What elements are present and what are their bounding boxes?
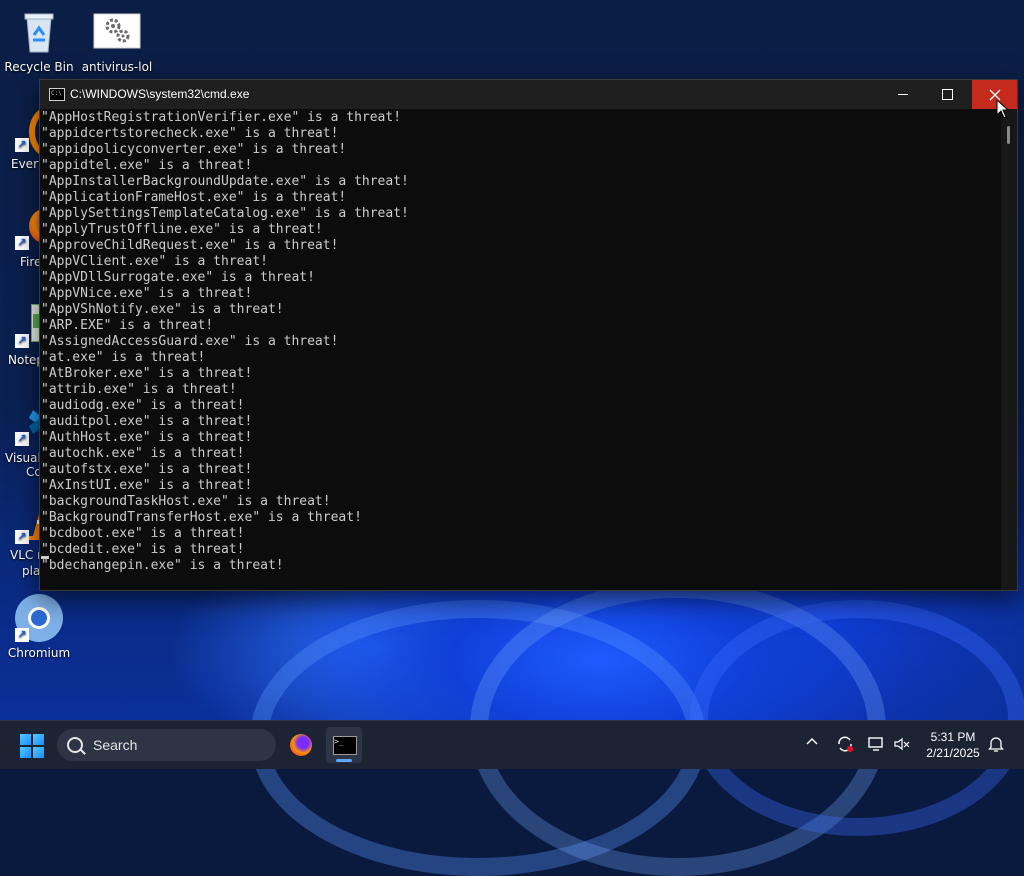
console-line: "bcdboot.exe" is a threat! — [41, 526, 245, 541]
desktop-icon-label: Chromium — [7, 646, 71, 660]
show-hidden-icons-button[interactable] — [802, 735, 822, 755]
console-line: "appidtel.exe" is a threat! — [41, 158, 253, 173]
desktop-icon-label: VLC r — [10, 548, 43, 562]
window-title: C:\WINDOWS\system32\cmd.exe — [70, 87, 250, 101]
active-app-indicator — [336, 759, 352, 762]
shortcut-arrow-icon: ↗ — [15, 138, 29, 152]
text-cursor — [41, 556, 49, 559]
cmd-window[interactable]: C:\WINDOWS\system32\cmd.exe "AppHostRegi… — [39, 79, 1018, 591]
console-line: "attrib.exe" is a threat! — [41, 382, 237, 397]
settings-file-icon — [93, 8, 141, 56]
console-line: "appidcertstorecheck.exe" is a threat! — [41, 126, 339, 141]
console-line: "AppVShNotify.exe" is a threat! — [41, 302, 284, 317]
shortcut-arrow-icon: ↗ — [15, 432, 29, 446]
sync-status-button[interactable] — [835, 735, 855, 755]
shortcut-arrow-icon: ↗ — [15, 530, 29, 544]
vertical-scrollbar[interactable] — [1001, 109, 1017, 590]
console-line: "AssignedAccessGuard.exe" is a threat! — [41, 334, 339, 349]
desktop-icon-label: pla — [22, 564, 41, 578]
taskbar-clock[interactable]: 5:31 PM 2/21/2025 — [918, 729, 988, 761]
console-line: "bdechangepin.exe" is a threat! — [41, 558, 284, 573]
sync-icon — [838, 736, 853, 752]
shortcut-arrow-icon: ↗ — [15, 628, 29, 642]
maximize-button[interactable] — [925, 80, 970, 109]
network-icon — [868, 737, 883, 751]
search-label: Search — [93, 737, 138, 753]
console-line: "backgroundTaskHost.exe" is a threat! — [41, 494, 331, 509]
windows-logo-icon — [33, 747, 44, 758]
console-line: "audiodg.exe" is a threat! — [41, 398, 245, 413]
console-line: "AtBroker.exe" is a threat! — [41, 366, 253, 381]
desktop-icon-label: Recycle Bin — [4, 60, 74, 74]
close-button[interactable] — [972, 80, 1017, 109]
mouse-pointer-icon — [996, 99, 1010, 119]
volume-button[interactable] — [892, 735, 912, 755]
console-line: "AuthHost.exe" is a threat! — [41, 430, 253, 445]
console-line: "ApplyTrustOffline.exe" is a threat! — [41, 222, 323, 237]
console-line: "AppInstallerBackgroundUpdate.exe" is a … — [41, 174, 409, 189]
console-line: "AppVDllSurrogate.exe" is a threat! — [41, 270, 315, 285]
chevron-up-icon — [806, 737, 818, 745]
taskbar-firefox[interactable] — [283, 727, 319, 763]
bell-icon — [988, 737, 1004, 752]
window-titlebar[interactable]: C:\WINDOWS\system32\cmd.exe — [40, 80, 1017, 109]
wallpaper-swirl — [690, 600, 1024, 836]
desktop-icon-recycle-bin[interactable]: Recycle Bin — [0, 8, 78, 74]
network-button[interactable] — [866, 735, 886, 755]
search-icon — [67, 737, 83, 753]
console-line: "AxInstUI.exe" is a threat! — [41, 478, 253, 493]
recycle-bin-icon — [15, 8, 63, 56]
console-line: "autofstx.exe" is a threat! — [41, 462, 253, 477]
windows-logo-icon — [20, 747, 31, 758]
desktop-icon-label: antivirus-lol — [81, 60, 153, 74]
minimize-icon — [897, 94, 908, 95]
scrollbar-thumb[interactable] — [1007, 126, 1010, 144]
shortcut-arrow-icon: ↗ — [15, 334, 29, 348]
taskbar: Search >_ 5:31 PM 2/21/2025 — [0, 720, 1024, 769]
desktop-icon-antivirus-lol[interactable]: antivirus-lol — [78, 8, 156, 74]
desktop-icon-label: Visual — [5, 451, 41, 465]
console-line: "ARP.EXE" is a threat! — [41, 318, 214, 333]
console-line: "autochk.exe" is a threat! — [41, 446, 245, 461]
cmd-app-icon — [49, 88, 65, 101]
console-line: "ApplySettingsTemplateCatalog.exe" is a … — [41, 206, 409, 221]
console-line: "at.exe" is a threat! — [41, 350, 206, 365]
terminal-icon: >_ — [333, 736, 357, 755]
start-button[interactable] — [20, 734, 44, 758]
minimize-button[interactable] — [880, 80, 925, 109]
console-line: "AppHostRegistrationVerifier.exe" is a t… — [41, 110, 402, 125]
windows-logo-icon — [33, 734, 44, 745]
console-line: "AppVClient.exe" is a threat! — [41, 254, 268, 269]
console-line: "ApplicationFrameHost.exe" is a threat! — [41, 190, 347, 205]
console-line: "BackgroundTransferHost.exe" is a threat… — [41, 510, 362, 525]
console-line: "appidpolicyconverter.exe" is a threat! — [41, 142, 347, 157]
console-line: "ApproveChildRequest.exe" is a threat! — [41, 238, 339, 253]
console-line: "bcdedit.exe" is a threat! — [41, 542, 245, 557]
firefox-icon — [290, 734, 312, 756]
clock-date: 2/21/2025 — [926, 746, 980, 760]
shortcut-arrow-icon: ↗ — [15, 236, 29, 250]
taskbar-search-box[interactable]: Search — [57, 729, 276, 761]
notifications-button[interactable] — [986, 735, 1006, 755]
windows-logo-icon — [20, 734, 31, 745]
volume-muted-icon — [894, 737, 910, 751]
chromium-icon: ↗ — [15, 594, 63, 642]
console-output[interactable]: "AppHostRegistrationVerifier.exe" is a t… — [40, 109, 1001, 591]
maximize-icon — [942, 89, 953, 100]
console-line: "auditpol.exe" is a threat! — [41, 414, 253, 429]
console-line: "AppVNice.exe" is a threat! — [41, 286, 253, 301]
taskbar-cmd[interactable]: >_ — [326, 727, 362, 763]
clock-time: 5:31 PM — [930, 730, 976, 744]
desktop-icon-chromium[interactable]: ↗ Chromium — [0, 594, 78, 660]
